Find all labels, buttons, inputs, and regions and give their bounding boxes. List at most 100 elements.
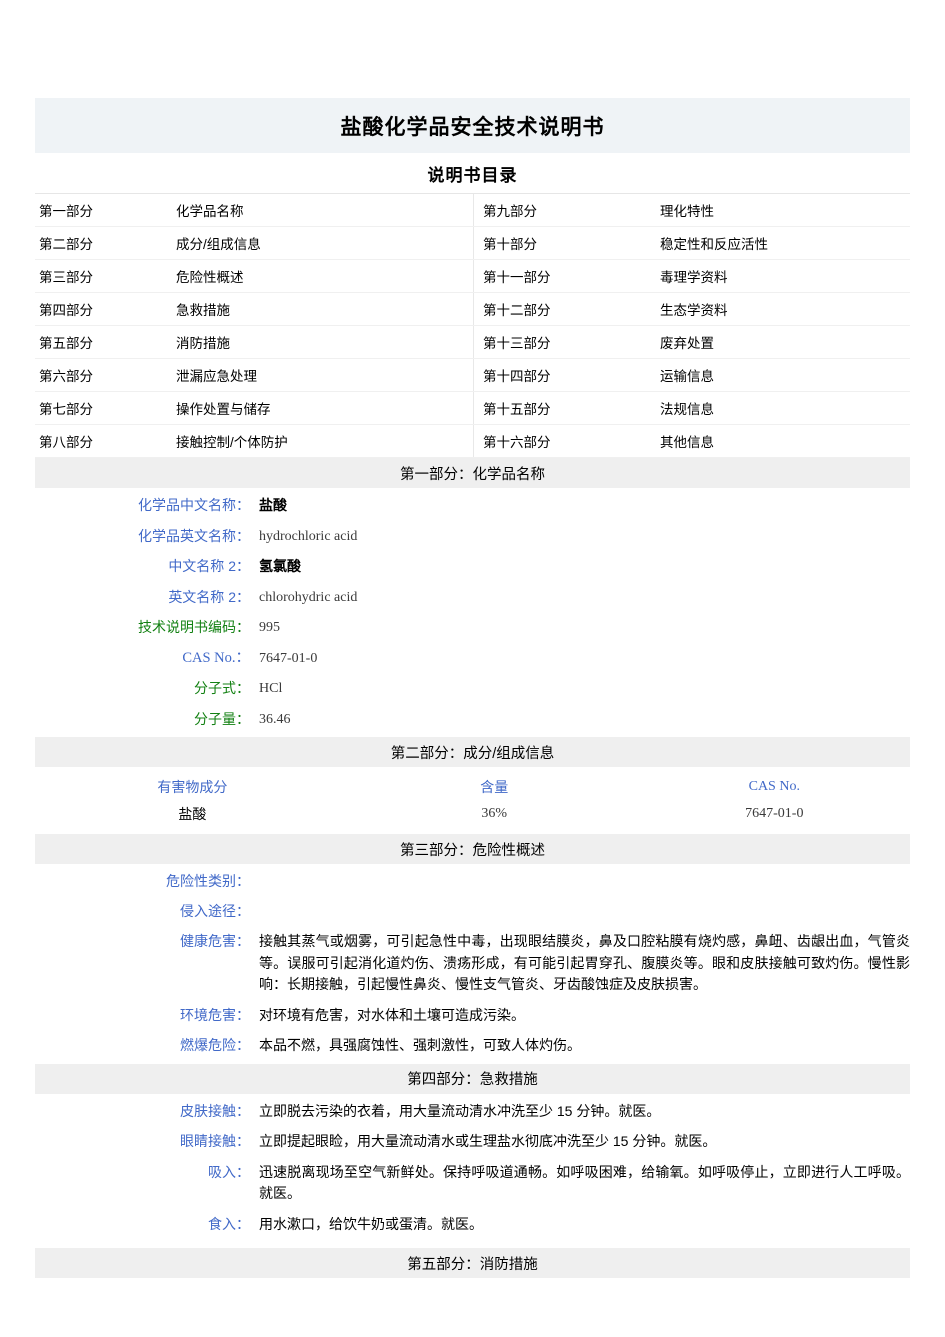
field-value: 995 bbox=[259, 620, 280, 635]
field-value: 氢氯酸 bbox=[259, 558, 301, 574]
field-english-name-2: 英文名称 2： chlorohydric acid bbox=[35, 587, 910, 609]
field-value: 用水漱口，给饮牛奶或蛋清。就医。 bbox=[259, 1215, 483, 1232]
field-value: 7647-01-0 bbox=[259, 650, 318, 666]
document-title: 盐酸化学品安全技术说明书 bbox=[35, 98, 910, 153]
field-explosion-hazard: 燃爆危险： 本品不燃，具强腐蚀性、强刺激性，可致人体灼伤。 bbox=[35, 1035, 910, 1057]
toc-left-label: 泄漏应急处理 bbox=[172, 358, 474, 392]
field-label: 危险性类别： bbox=[166, 873, 250, 889]
field-label: 分子式： bbox=[194, 680, 250, 696]
section-header-2: 第二部分：成分/组成信息 bbox=[35, 737, 910, 767]
table-row: 第一部分 化学品名称 第九部分 理化特性 bbox=[35, 194, 910, 227]
table-row: 第五部分 消防措施 第十三部分 废弃处置 bbox=[35, 325, 910, 359]
table-row: 第八部分 接触控制/个体防护 第十六部分 其他信息 bbox=[35, 424, 910, 458]
field-label: 健康危害： bbox=[180, 933, 250, 949]
field-datasheet-code: 技术说明书编码： 995 bbox=[35, 617, 910, 639]
toc-left-number: 第二部分 bbox=[35, 226, 172, 260]
field-value: chlorohydric acid bbox=[259, 589, 358, 605]
field-cas-number: CAS No.： 7647-01-0 bbox=[35, 648, 910, 670]
field-label: 技术说明书编码： bbox=[138, 619, 250, 635]
field-value: 盐酸 bbox=[259, 497, 287, 513]
field-value: 立即提起眼睑，用大量流动清水或生理盐水彻底冲洗至少 15 分钟。就医。 bbox=[259, 1133, 717, 1149]
field-environmental-hazard: 环境危害： 对环境有危害，对水体和土壤可造成污染。 bbox=[35, 1005, 910, 1027]
table-row: 第四部分 急救措施 第十二部分 生态学资料 bbox=[35, 292, 910, 326]
toc-left-label: 消防措施 bbox=[172, 325, 474, 359]
column-header-content: 含量 bbox=[480, 778, 509, 795]
field-skin-contact: 皮肤接触： 立即脱去污染的衣着，用大量流动清水冲洗至少 15 分钟。就医。 bbox=[35, 1101, 910, 1123]
toc-right-number: 第九部分 bbox=[473, 194, 651, 227]
toc-right-number: 第十一部分 bbox=[473, 259, 651, 293]
field-label: 吸入： bbox=[208, 1163, 250, 1180]
field-molecular-weight: 分子量： 36.46 bbox=[35, 709, 910, 731]
toc-left-label: 化学品名称 bbox=[172, 194, 474, 227]
toc-left-label: 危险性概述 bbox=[172, 259, 474, 293]
field-label: 化学品英文名称： bbox=[138, 527, 250, 544]
toc-right-number: 第十六部分 bbox=[473, 424, 651, 458]
field-label: 化学品中文名称： bbox=[138, 497, 250, 513]
section-header-4: 第四部分：急救措施 bbox=[35, 1063, 910, 1094]
section-3-body: 危险性类别： 侵入途径： 健康危害： 接触其蒸气或烟雾，可引起急性中毒，出现眼结… bbox=[35, 864, 910, 1064]
toc-right-label: 运输信息 bbox=[651, 358, 910, 392]
field-label: 侵入途径： bbox=[180, 903, 250, 919]
toc-right-label: 生态学资料 bbox=[651, 292, 910, 326]
toc-right-label: 稳定性和反应活性 bbox=[651, 226, 910, 260]
field-label: 英文名称 2： bbox=[168, 588, 250, 605]
field-label: 食入： bbox=[208, 1215, 250, 1232]
field-value: 36.46 bbox=[259, 711, 291, 727]
toc-left-number: 第五部分 bbox=[35, 325, 172, 359]
field-health-hazard: 健康危害： 接触其蒸气或烟雾，可引起急性中毒，出现眼结膜炎，鼻及口腔粘膜有烧灼感… bbox=[35, 931, 910, 996]
table-row: 盐酸 36% 7647-01-0 bbox=[35, 800, 910, 827]
field-value: 本品不燃，具强腐蚀性、强刺激性，可致人体灼伤。 bbox=[259, 1037, 581, 1053]
field-value: 对环境有危害，对水体和土壤可造成污染。 bbox=[259, 1006, 525, 1023]
field-label: CAS No.： bbox=[182, 649, 250, 666]
section-header-5: 第五部分：消防措施 bbox=[35, 1248, 910, 1278]
field-molecular-formula: 分子式： HCl bbox=[35, 678, 910, 700]
table-row: 第三部分 危险性概述 第十一部分 毒理学资料 bbox=[35, 259, 910, 293]
msds-page: 盐酸化学品安全技术说明书 说明书目录 第一部分 化学品名称 第九部分 理化特性 … bbox=[0, 0, 945, 1337]
field-label: 皮肤接触： bbox=[180, 1102, 250, 1119]
toc-right-label: 废弃处置 bbox=[651, 325, 910, 359]
cell-cas: 7647-01-0 bbox=[745, 805, 804, 821]
toc-right-number: 第十三部分 bbox=[473, 325, 651, 359]
table-row: 第六部分 泄漏应急处理 第十四部分 运输信息 bbox=[35, 358, 910, 392]
toc-left-label: 急救措施 bbox=[172, 292, 474, 326]
field-english-name: 化学品英文名称： hydrochloric acid bbox=[35, 526, 910, 548]
toc-right-number: 第十部分 bbox=[473, 226, 651, 260]
table-header-row: 有害物成分 含量 CAS No. bbox=[35, 773, 910, 800]
toc-left-label: 成分/组成信息 bbox=[172, 226, 474, 260]
field-ingestion: 食入： 用水漱口，给饮牛奶或蛋清。就医。 bbox=[35, 1214, 910, 1236]
table-of-contents: 第一部分 化学品名称 第九部分 理化特性 第二部分 成分/组成信息 第十部分 稳… bbox=[35, 194, 910, 458]
toc-left-number: 第一部分 bbox=[35, 194, 172, 227]
field-value: 立即脱去污染的衣着，用大量流动清水冲洗至少 15 分钟。就医。 bbox=[259, 1102, 661, 1119]
toc-right-number: 第十五部分 bbox=[473, 391, 651, 425]
cell-content: 36% bbox=[481, 805, 508, 821]
ingredients-table: 有害物成分 含量 CAS No. 盐酸 36% 7647-01-0 bbox=[35, 773, 910, 827]
field-label: 环境危害： bbox=[180, 1006, 250, 1023]
toc-right-number: 第十四部分 bbox=[473, 358, 651, 392]
field-chinese-name-2: 中文名称 2： 氢氯酸 bbox=[35, 556, 910, 578]
field-inhalation: 吸入： 迅速脱离现场至空气新鲜处。保持呼吸道通畅。如呼吸困难，给输氧。如呼吸停止… bbox=[35, 1162, 910, 1205]
toc-left-number: 第八部分 bbox=[35, 424, 172, 458]
field-value: hydrochloric acid bbox=[259, 528, 358, 544]
field-hazard-category: 危险性类别： bbox=[35, 871, 910, 892]
field-label: 分子量： bbox=[194, 710, 250, 727]
toc-left-number: 第七部分 bbox=[35, 391, 172, 425]
cell-component: 盐酸 bbox=[178, 805, 207, 822]
toc-title: 说明书目录 bbox=[35, 153, 910, 194]
field-value: HCl bbox=[259, 681, 283, 696]
field-route-of-entry: 侵入途径： bbox=[35, 901, 910, 922]
section-4-body: 皮肤接触： 立即脱去污染的衣着，用大量流动清水冲洗至少 15 分钟。就医。 眼睛… bbox=[35, 1094, 910, 1243]
toc-right-label: 法规信息 bbox=[651, 391, 910, 425]
toc-left-number: 第六部分 bbox=[35, 358, 172, 392]
toc-right-label: 毒理学资料 bbox=[651, 259, 910, 293]
field-eye-contact: 眼睛接触： 立即提起眼睑，用大量流动清水或生理盐水彻底冲洗至少 15 分钟。就医… bbox=[35, 1131, 910, 1153]
section-header-1: 第一部分：化学品名称 bbox=[35, 458, 910, 488]
toc-right-number: 第十二部分 bbox=[473, 292, 651, 326]
toc-right-label: 理化特性 bbox=[651, 194, 910, 227]
field-value: 迅速脱离现场至空气新鲜处。保持呼吸道通畅。如呼吸困难，给输氧。如呼吸停止，立即进… bbox=[259, 1163, 910, 1202]
toc-left-label: 操作处置与储存 bbox=[172, 391, 474, 425]
section-header-3: 第三部分：危险性概述 bbox=[35, 834, 910, 864]
field-value: 接触其蒸气或烟雾，可引起急性中毒，出现眼结膜炎，鼻及口腔粘膜有烧灼感，鼻衄、齿龈… bbox=[259, 933, 910, 992]
table-row: 第二部分 成分/组成信息 第十部分 稳定性和反应活性 bbox=[35, 226, 910, 260]
toc-left-number: 第四部分 bbox=[35, 292, 172, 326]
field-label: 燃爆危险： bbox=[180, 1037, 250, 1053]
